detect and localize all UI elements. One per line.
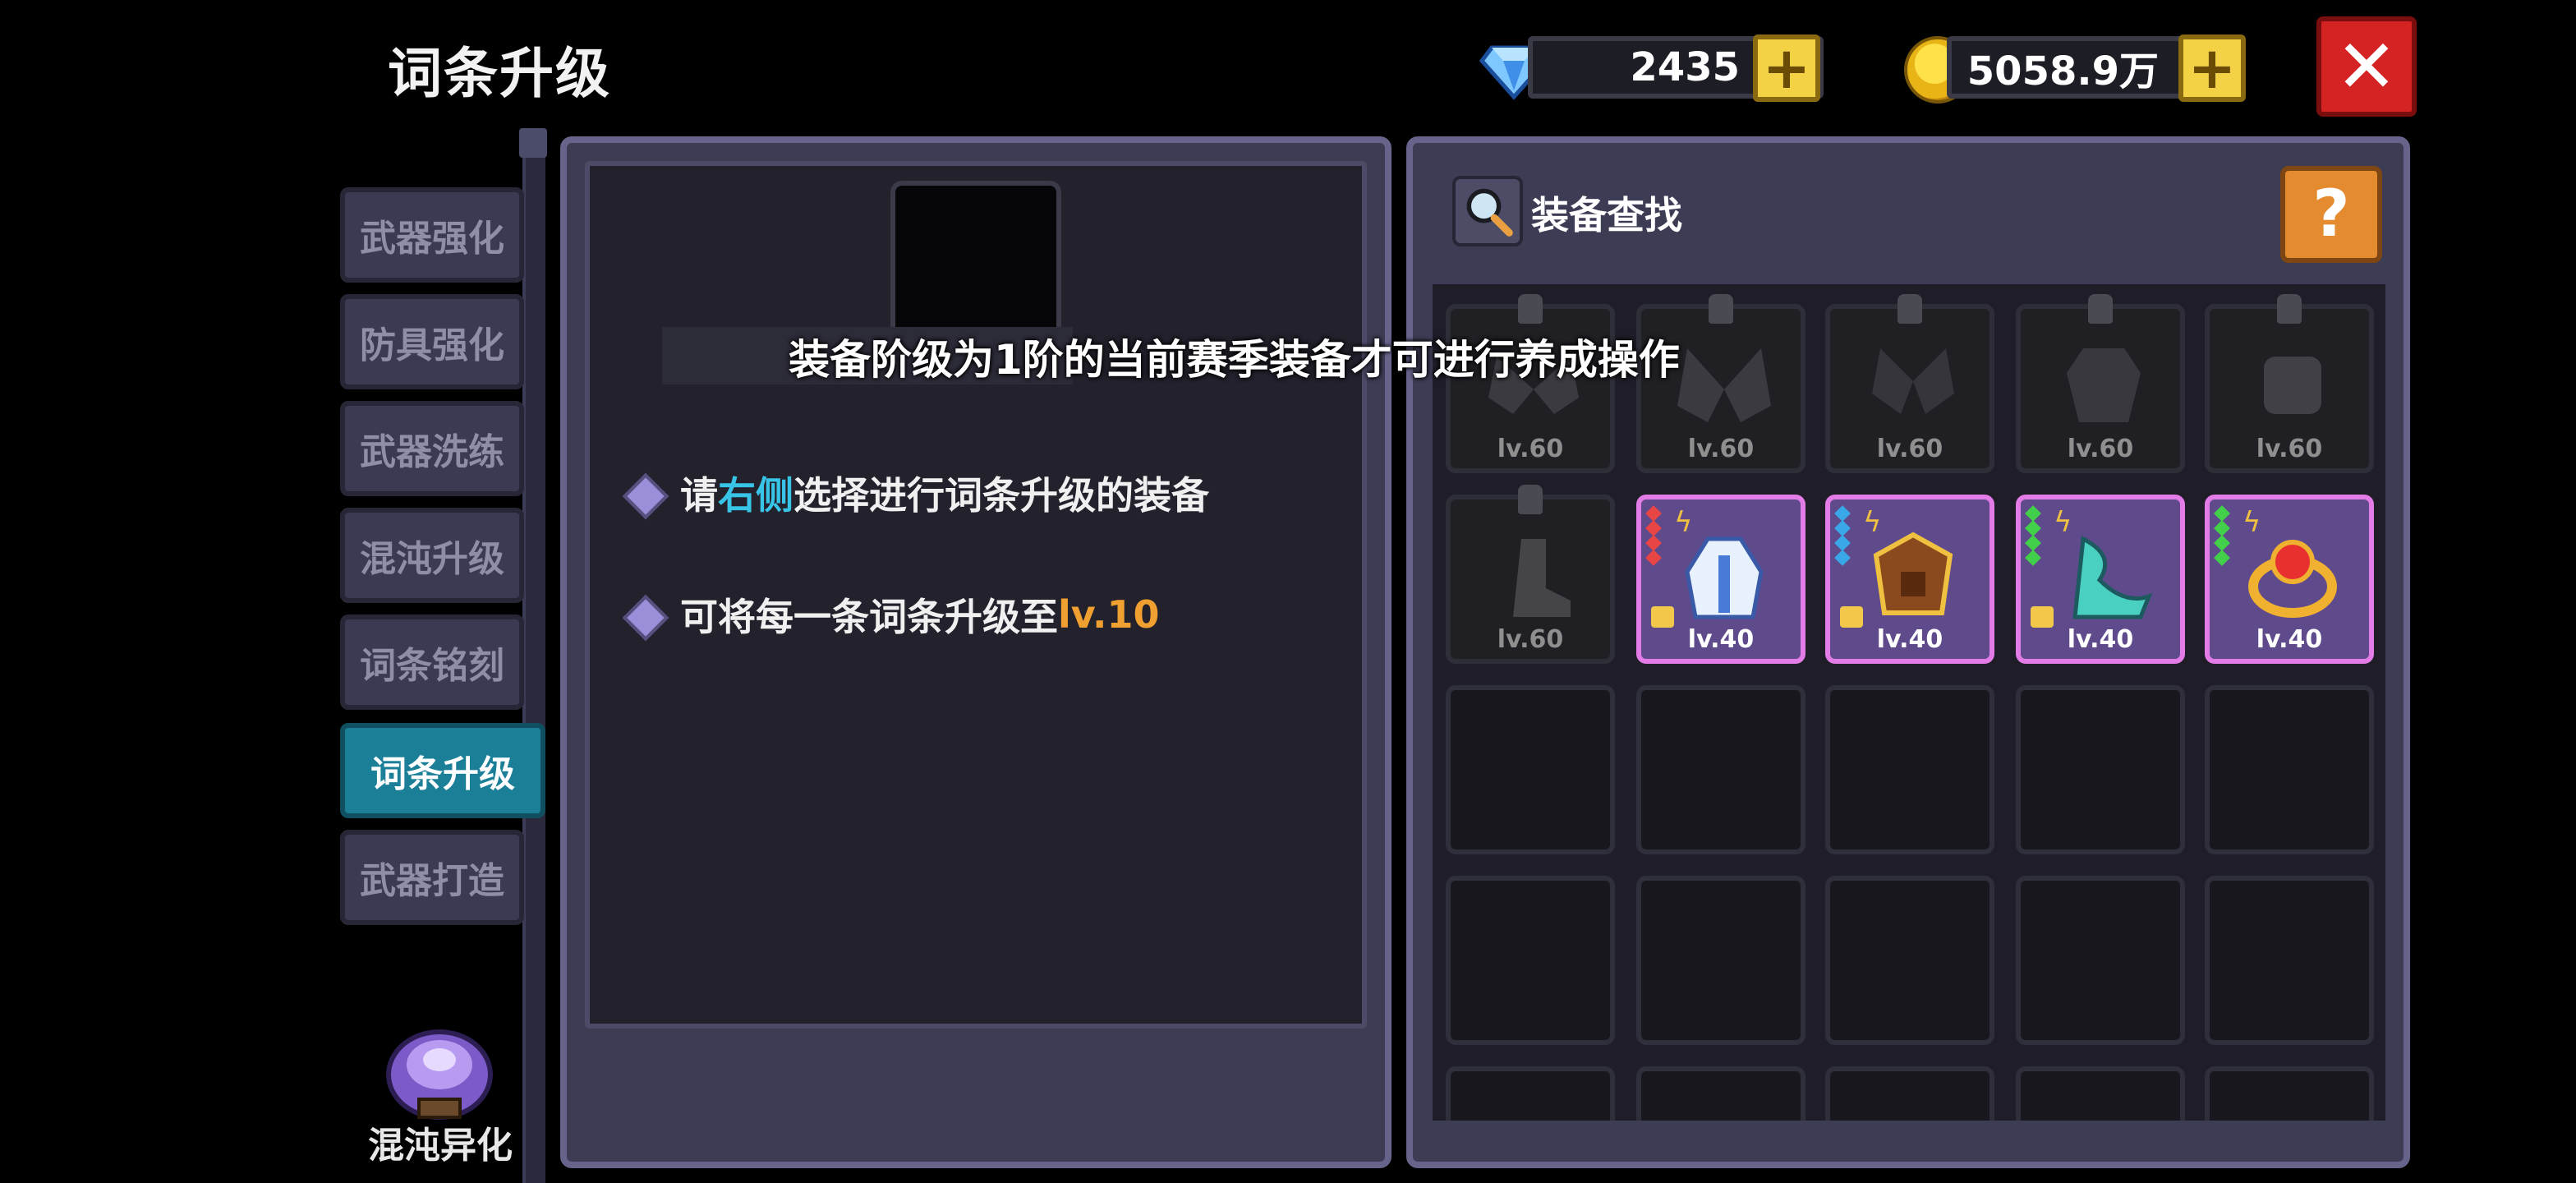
wings-icon (1677, 348, 1771, 422)
empty-slot[interactable] (1825, 876, 1994, 1045)
equipment-grid: lv.60 lv.60 lv.60 lv.60 lv.60 lv.60 ϟ lv… (1433, 284, 2385, 1121)
gold-count: 5058.9万 (1966, 48, 2159, 94)
equipment-level: lv.60 (1497, 435, 1564, 463)
armor-icon (2067, 348, 2141, 422)
chaos-mutation-label[interactable]: 混沌异化 (358, 1116, 522, 1168)
empty-slot[interactable] (1825, 1066, 1994, 1121)
instruction-select-prefix: 请 (680, 473, 718, 518)
instruction-max-level-value: lv.10 (1058, 592, 1160, 637)
empty-slot[interactable] (1636, 876, 1806, 1045)
instruction-select-suffix: 选择进行词条升级的装备 (794, 473, 1209, 518)
lock-icon (2088, 294, 2113, 324)
empty-slot[interactable] (2205, 1066, 2374, 1121)
sidebar-scroll-thumb[interactable] (519, 128, 547, 158)
equipment-level: lv.40 (2256, 625, 2323, 654)
tab-chaos-upgrade[interactable]: 混沌升级 (340, 508, 524, 603)
affix-gems (1645, 504, 1664, 567)
affix-gems (2025, 504, 2044, 567)
chaos-mutation-icon[interactable] (380, 1017, 499, 1124)
close-button[interactable]: ✕ (2316, 16, 2417, 117)
affix-gems (1834, 504, 1853, 567)
page-title: 词条升级 (388, 42, 611, 105)
lock-icon (1518, 485, 1543, 514)
empty-slot[interactable] (2016, 685, 2185, 854)
robe-icon (1685, 536, 1764, 619)
magnifier-icon[interactable] (1452, 176, 1523, 246)
tab-weapon-forge[interactable]: 武器打造 (340, 830, 524, 925)
empty-slot[interactable] (1446, 685, 1615, 854)
instruction-select: 请右侧 选择进行词条升级的装备 (623, 460, 1209, 526)
wings-icon (1872, 348, 1954, 414)
boots-icon (1513, 539, 1571, 617)
tab-weapon-refine[interactable]: 武器洗练 (340, 401, 524, 496)
equipment-level: lv.60 (1497, 625, 1564, 654)
empty-slot[interactable] (2016, 876, 2185, 1045)
equipment-search-label[interactable]: 装备查找 (1531, 186, 1682, 240)
empty-slot[interactable] (2205, 685, 2374, 854)
equipment-level: lv.40 (1876, 625, 1944, 654)
equipment-slot[interactable]: lv.60 (2016, 294, 2185, 473)
tab-affix-upgrade[interactable]: 词条升级 (340, 723, 545, 818)
equipment-level: lv.60 (2067, 435, 2134, 463)
equipment-slot[interactable]: ϟ lv.40 (1636, 495, 1806, 664)
instruction-max-level: 可将每一条词条升级至 lv.10 (623, 582, 1160, 647)
empty-slot[interactable] (1446, 1066, 1615, 1121)
sidebar-scrollbar[interactable] (522, 131, 545, 1183)
equipment-level: lv.60 (1687, 435, 1755, 463)
add-gold-button[interactable]: + (2178, 35, 2246, 102)
affix-gems (2214, 504, 2233, 567)
lock-icon (1898, 294, 1922, 324)
equipment-level: lv.60 (2256, 435, 2323, 463)
empty-slot[interactable] (2016, 1066, 2185, 1121)
bullet-diamond-icon (623, 473, 662, 513)
equipment-level: lv.40 (2067, 625, 2134, 654)
instruction-max-prefix: 可将每一条词条升级至 (680, 595, 1058, 639)
instruction-select-highlight: 右侧 (718, 473, 794, 518)
equipment-slot[interactable]: lv.60 (2205, 294, 2374, 473)
empty-slot[interactable] (1636, 685, 1806, 854)
empty-slot[interactable] (1825, 685, 1994, 854)
bullet-diamond-icon (623, 595, 662, 634)
toast-message: 装备阶级为1阶的当前赛季装备才可进行养成操作 (789, 336, 1680, 384)
add-gems-button[interactable]: + (1753, 35, 1820, 102)
help-button[interactable]: ? (2280, 166, 2382, 263)
equipment-slot[interactable]: ϟ lv.40 (2016, 495, 2185, 664)
equipment-level: lv.60 (1876, 435, 1944, 463)
tab-affix-inscribe[interactable]: 词条铭刻 (340, 615, 524, 710)
chest-armor-icon (1873, 532, 1953, 615)
tab-armor-enhance[interactable]: 防具强化 (340, 294, 524, 389)
lock-icon (1518, 294, 1543, 324)
equipment-level: lv.40 (1687, 625, 1755, 654)
ring-icon (2248, 540, 2337, 618)
gem-count: 2435 (1630, 44, 1740, 90)
equipment-slot[interactable]: ϟ lv.40 (1825, 495, 1994, 664)
equipment-slot[interactable]: lv.60 (1825, 294, 1994, 473)
tab-weapon-enhance[interactable]: 武器强化 (340, 187, 524, 283)
equipment-slot[interactable]: ϟ lv.40 (2205, 495, 2374, 664)
shoes-icon (2072, 536, 2153, 619)
lock-icon (1709, 294, 1733, 324)
empty-slot[interactable] (2205, 876, 2374, 1045)
gauntlet-icon (2264, 357, 2321, 414)
equipment-slot[interactable]: lv.60 (1446, 485, 1615, 664)
lock-icon (2277, 294, 2302, 324)
empty-slot[interactable] (1636, 1066, 1806, 1121)
empty-slot[interactable] (1446, 876, 1615, 1045)
